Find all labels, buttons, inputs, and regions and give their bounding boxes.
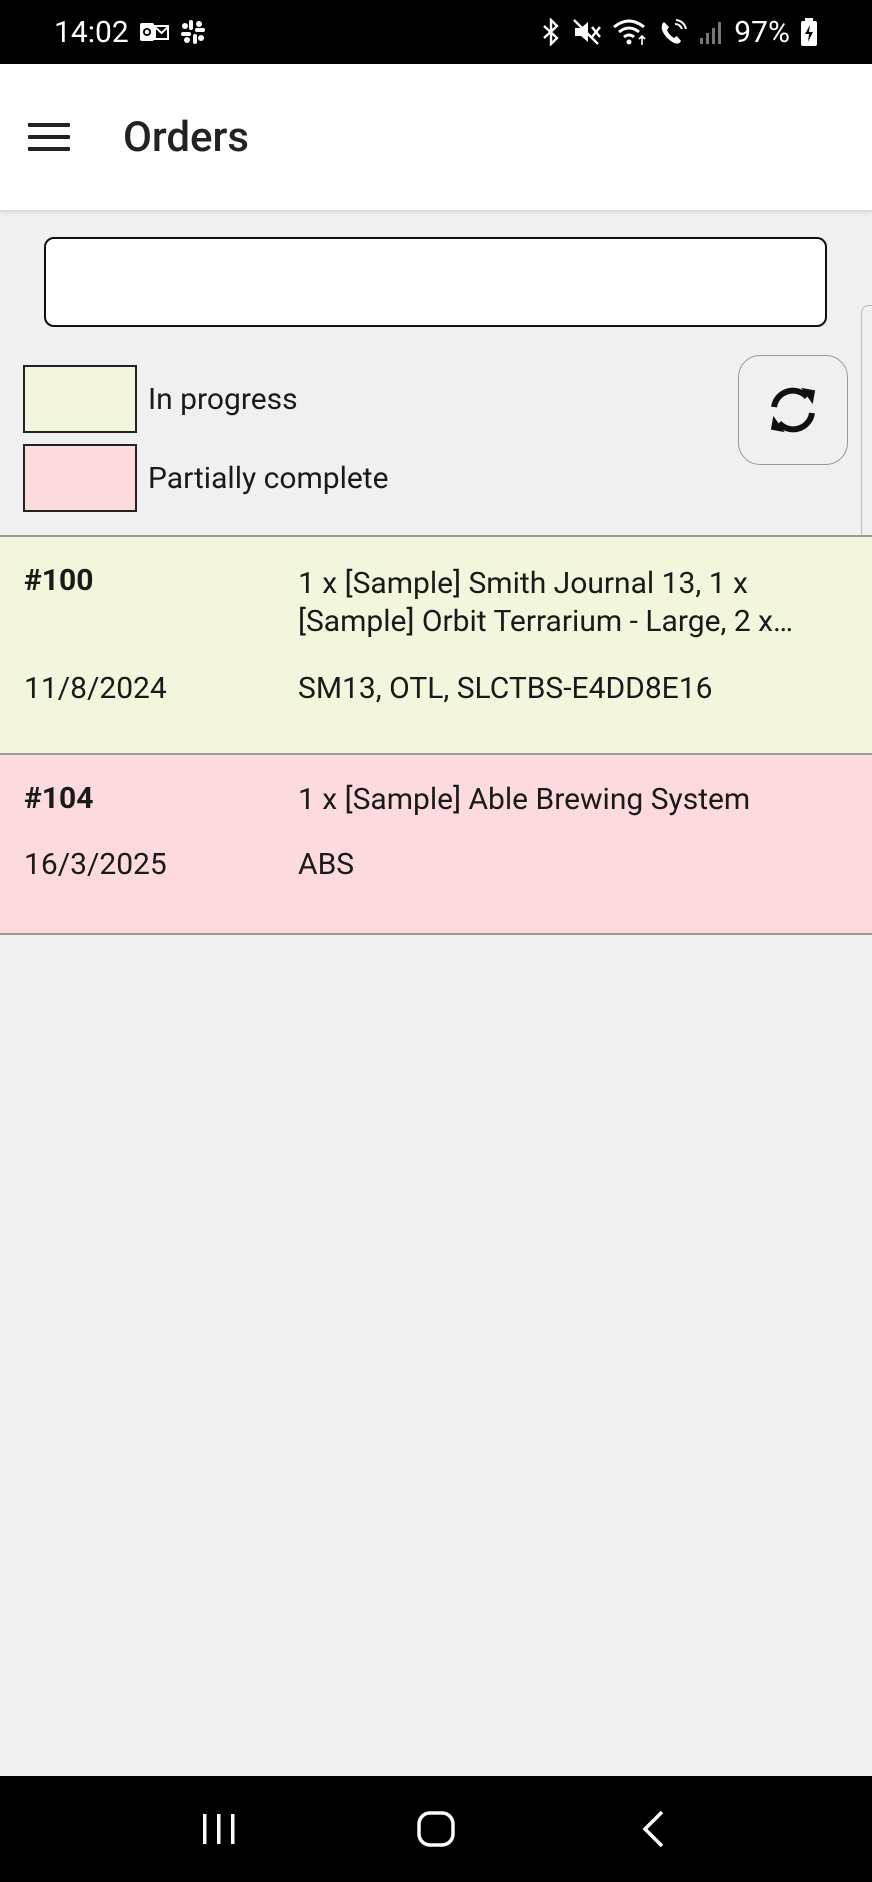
order-id: #100	[24, 563, 94, 598]
recents-icon[interactable]	[179, 1799, 259, 1859]
app-bar: Orders	[0, 64, 872, 210]
order-row[interactable]: #100 1 x [Sample] Smith Journal 13, 1 x …	[0, 537, 872, 755]
refresh-button[interactable]	[738, 355, 848, 465]
scroll-indicator	[861, 305, 872, 563]
status-bar: 14:02 97%	[0, 0, 872, 64]
menu-line	[28, 135, 70, 139]
status-bar-right: 97%	[540, 15, 818, 50]
legend-swatch-partially-complete	[23, 444, 137, 512]
order-row[interactable]: #104 1 x [Sample] Able Brewing System 16…	[0, 755, 872, 935]
order-skus: ABS	[298, 847, 355, 882]
page-title: Orders	[123, 112, 250, 162]
slack-icon	[179, 16, 207, 48]
outlook-icon	[139, 16, 169, 48]
bluetooth-icon	[540, 16, 562, 48]
hamburger-menu-icon[interactable]	[28, 107, 88, 167]
legend-label-partially-complete: Partially complete	[148, 460, 389, 496]
order-date: 11/8/2024	[24, 671, 167, 706]
wifi-calling-icon	[658, 16, 688, 48]
wifi-icon	[612, 16, 648, 48]
status-time: 14:02	[54, 14, 129, 50]
search-input[interactable]	[44, 237, 827, 327]
order-items: 1 x [Sample] Smith Journal 13, 1 x [Samp…	[298, 566, 774, 639]
battery-icon	[800, 16, 818, 48]
refresh-icon	[770, 387, 816, 433]
orders-list: #100 1 x [Sample] Smith Journal 13, 1 x …	[0, 535, 872, 935]
legend-partially-complete: Partially complete	[23, 444, 389, 512]
legend-swatch-in-progress	[23, 365, 137, 433]
order-skus: SM13, OTL, SLCTBS-E4DD8E16	[298, 671, 713, 706]
battery-percent: 97%	[734, 14, 790, 50]
back-icon[interactable]	[613, 1799, 693, 1859]
mute-icon	[572, 16, 602, 48]
menu-line	[28, 147, 70, 151]
order-items: 1 x [Sample] Able Brewing System	[298, 782, 751, 817]
signal-icon	[698, 16, 724, 48]
order-date: 16/3/2025	[24, 847, 167, 882]
system-nav-bar	[0, 1776, 872, 1882]
order-id: #104	[24, 781, 94, 816]
legend-label-in-progress: In progress	[148, 381, 298, 417]
home-icon[interactable]	[396, 1799, 476, 1859]
status-bar-left: 14:02	[54, 15, 207, 50]
legend-in-progress: In progress	[23, 365, 298, 433]
menu-line	[28, 123, 70, 127]
